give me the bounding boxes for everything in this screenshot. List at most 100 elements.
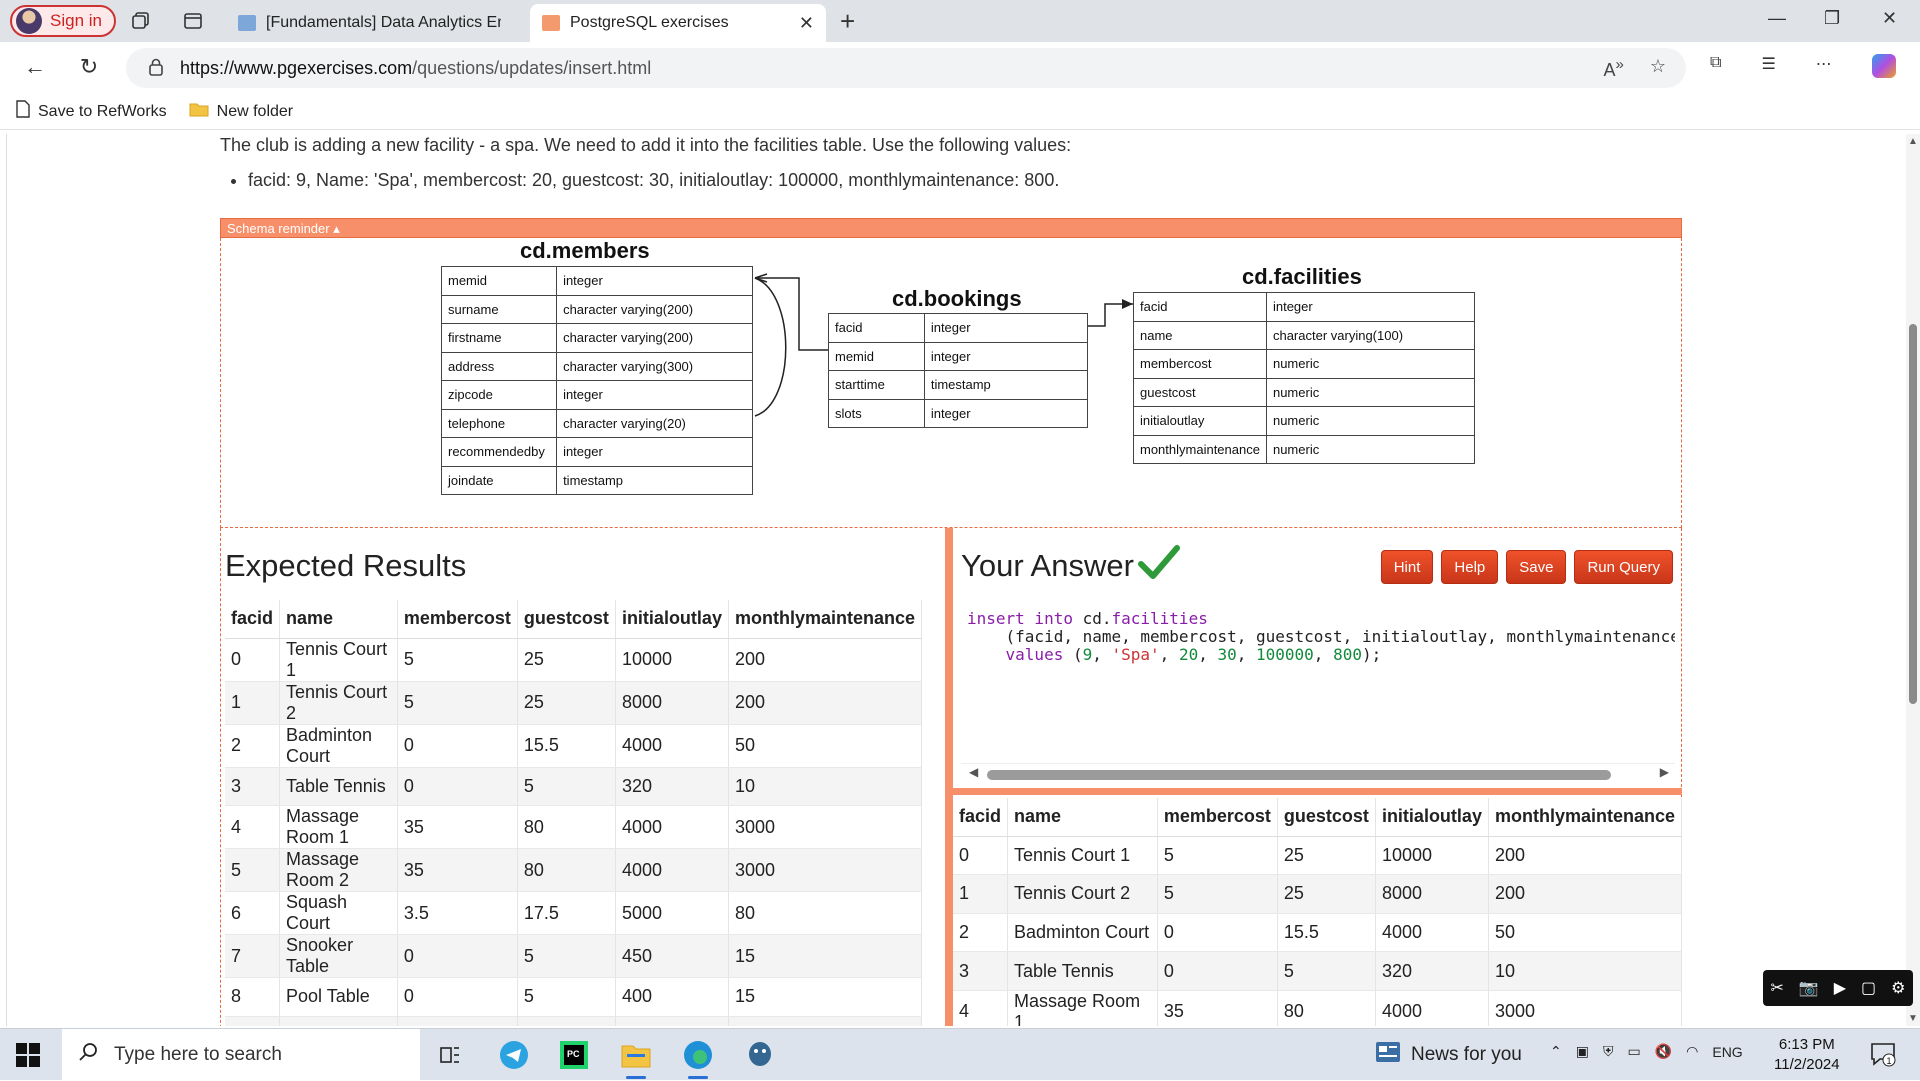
workspaces-icon[interactable] <box>130 10 152 32</box>
scroll-up-icon[interactable]: ▲ <box>1908 136 1918 147</box>
table-row: 1 Tennis Court 2 5 25 8000 200 <box>953 874 1683 914</box>
scroll-down-icon[interactable]: ▼ <box>1908 1013 1918 1024</box>
minimize-icon[interactable]: — <box>1768 8 1786 29</box>
meet-now-icon[interactable]: ▣ <box>1576 1043 1589 1060</box>
close-window-icon[interactable]: ✕ <box>1882 8 1897 29</box>
table-cell: Massage Room 1 <box>279 805 398 850</box>
table-cell: 3 <box>225 767 281 807</box>
url-field[interactable]: https://www.pgexercises.com/questions/up… <box>126 48 1686 88</box>
video-icon[interactable]: ▶ <box>1834 978 1846 998</box>
page-scrollbar[interactable]: ▲ ▼ <box>1906 134 1920 1026</box>
task-view-icon[interactable] <box>434 1039 466 1071</box>
refresh-icon[interactable]: ↻ <box>76 54 102 80</box>
table-cell: Massage Room 1 <box>1007 990 1158 1026</box>
column-header[interactable]: initialoutlay <box>1375 798 1489 837</box>
read-aloud-icon[interactable]: A» <box>1604 56 1624 81</box>
schema-diagram: cd.members memid integer surname character … <box>220 238 1682 528</box>
news-widget[interactable]: News for you <box>1375 1041 1522 1069</box>
table-cell: 0 <box>1157 913 1278 953</box>
table-cell: 3000 <box>728 848 923 893</box>
favorites-icon[interactable]: ☰ <box>1761 54 1775 78</box>
table-cell: 1 <box>225 681 281 725</box>
table-cell: 0 <box>397 977 518 1017</box>
checkmark-icon <box>1138 542 1180 589</box>
page-scrollbar-thumb[interactable] <box>1909 324 1917 704</box>
restore-icon[interactable]: ❐ <box>1824 8 1840 29</box>
bookmark-refworks[interactable]: Save to RefWorks <box>16 100 167 123</box>
tab-data-analytics[interactable]: [Fundamentals] Data Analytics Eng <box>226 4 526 42</box>
table-cell: 80 <box>1277 990 1376 1026</box>
favorite-star-icon[interactable]: ☆ <box>1650 56 1666 81</box>
settings-gear-icon[interactable]: ⚙ <box>1891 978 1905 998</box>
camera-icon[interactable]: 📷 <box>1799 978 1819 998</box>
battery-icon[interactable]: ▭ <box>1627 1043 1640 1060</box>
help-button[interactable]: Help <box>1441 550 1499 584</box>
clock-date: 11/2/2024 <box>1774 1056 1840 1073</box>
chevron-up-icon[interactable]: ⌃ <box>1550 1043 1562 1060</box>
scroll-right-icon[interactable]: ▶ <box>1660 765 1669 779</box>
tab-postgresql-exercises[interactable]: PostgreSQL exercises ✕ <box>530 4 826 42</box>
volume-muted-icon[interactable]: 🔇 <box>1655 1043 1672 1060</box>
table-cell: 35 <box>1157 990 1278 1026</box>
pycharm-icon[interactable]: PC <box>558 1039 590 1071</box>
schema-reminder-toggle[interactable]: Schema reminder ▴ <box>220 218 1682 238</box>
table-cell: 8 <box>225 977 281 1017</box>
column-header[interactable]: monthlymaintenance <box>1488 798 1683 837</box>
table-cell: 3000 <box>728 805 923 850</box>
windows-start-icon[interactable] <box>16 1043 40 1072</box>
table-cell: 35 <box>397 805 518 850</box>
code-text: , <box>1159 645 1179 664</box>
bookmark-new-folder[interactable]: New folder <box>189 101 293 122</box>
sign-in-button[interactable]: Sign in <box>10 5 116 37</box>
close-tab-icon[interactable]: ✕ <box>799 13 814 34</box>
telegram-icon[interactable] <box>498 1039 530 1071</box>
column-header[interactable]: facid <box>225 600 281 639</box>
scrollbar-thumb[interactable] <box>987 770 1611 780</box>
run-query-button[interactable]: Run Query <box>1574 550 1673 584</box>
table-cell: 0 <box>397 767 518 807</box>
column-header[interactable]: name <box>1007 798 1158 837</box>
expected-results-title: Expected Results <box>225 548 467 583</box>
column-header[interactable]: monthlymaintenance <box>728 600 923 639</box>
editor-horizontal-scrollbar[interactable]: ◀ ▶ <box>963 764 1677 782</box>
tab-actions-icon[interactable] <box>182 10 204 32</box>
save-button[interactable]: Save <box>1506 550 1567 584</box>
table-cell: 7 <box>225 934 281 979</box>
column-header[interactable]: membercost <box>397 600 518 639</box>
snip-icon[interactable]: ✂ <box>1770 978 1783 998</box>
sql-editor[interactable]: insert into cd.facilities (facid, name, … <box>961 604 1675 764</box>
page-content: The club is adding a new facility - a sp… <box>6 134 1906 1026</box>
copilot-icon[interactable] <box>1871 54 1896 78</box>
column-header[interactable]: facid <box>953 798 1009 837</box>
column-header[interactable]: name <box>279 600 398 639</box>
back-icon[interactable]: ← <box>22 54 48 80</box>
hint-button[interactable]: Hint <box>1380 550 1434 584</box>
scroll-left-icon[interactable]: ◀ <box>969 765 978 779</box>
table-cell: 35 <box>397 848 518 893</box>
postgresql-icon[interactable] <box>744 1039 776 1071</box>
window-icon[interactable]: ▢ <box>1861 978 1876 998</box>
table-row: 7 Snooker Table 0 5 450 15 <box>225 934 923 979</box>
column-header[interactable]: initialoutlay <box>615 600 729 639</box>
notification-center-icon[interactable]: 1 <box>1870 1041 1896 1072</box>
table-cell: 25 <box>517 638 616 682</box>
language-indicator[interactable]: ENG <box>1712 1044 1742 1060</box>
column-header[interactable]: membercost <box>1157 798 1278 837</box>
search-placeholder: Type here to search <box>114 1044 282 1065</box>
column-header[interactable]: guestcost <box>1277 798 1376 837</box>
file-explorer-icon[interactable] <box>620 1039 652 1079</box>
column-header[interactable]: guestcost <box>517 600 616 639</box>
question-values: facid: 9, Name: 'Spa', membercost: 20, g… <box>248 170 1071 191</box>
edge-browser-icon[interactable] <box>682 1039 714 1079</box>
security-icon[interactable]: ⛨ <box>1603 1043 1614 1060</box>
new-tab-icon[interactable]: + <box>840 6 855 37</box>
extensions-icon[interactable]: ⧉ <box>1710 54 1721 78</box>
url-path: /questions/updates/insert.html <box>412 57 652 78</box>
pane-splitter[interactable] <box>945 528 953 1026</box>
taskbar-search-input[interactable]: Type here to search <box>62 1029 420 1081</box>
more-menu-icon[interactable]: ⋯ <box>1816 54 1832 78</box>
wifi-icon[interactable]: ◠ <box>1686 1043 1698 1060</box>
editor-splitter[interactable] <box>953 788 1682 795</box>
tab-strip: Sign in [Fundamentals] Data Analytics En… <box>0 0 1920 42</box>
system-clock[interactable]: 6:13 PM 11/2/2024 <box>1774 1035 1840 1075</box>
